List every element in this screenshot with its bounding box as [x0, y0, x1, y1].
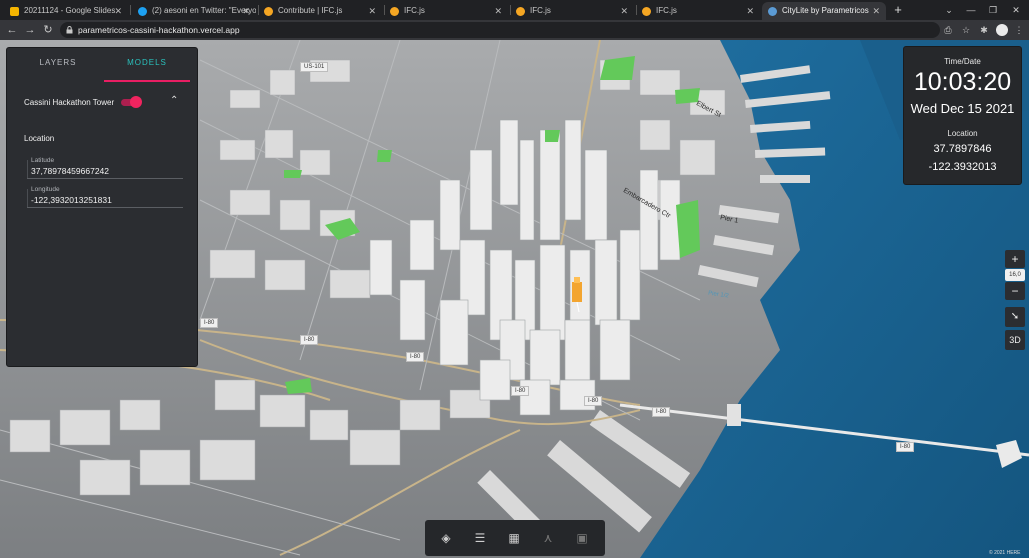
tab-title: CityLite by Parametricos	[782, 6, 869, 15]
bottom-toolbar: ◈ ☰ ▦ ⋏ ▣	[425, 520, 605, 556]
browser-tab[interactable]: IFC.js ✕	[384, 2, 508, 20]
tab-models[interactable]: MODELS	[102, 58, 192, 67]
current-date: Wed Dec 15 2021	[910, 101, 1015, 116]
layers-icon[interactable]: ◈	[437, 529, 455, 547]
twitter-favicon-icon	[138, 7, 147, 16]
zoom-in-button[interactable]: +	[1005, 250, 1025, 268]
close-window-icon[interactable]: ✕	[1005, 0, 1027, 20]
longitude-label: Longitude	[31, 186, 60, 193]
tab-title: Contribute | IFC.js	[278, 6, 343, 15]
browser-tab[interactable]: IFC.js ✕	[510, 2, 634, 20]
browser-tab[interactable]: (2) aesoni en Twitter: "Everyone ✕	[132, 2, 256, 20]
close-tab-icon[interactable]: ✕	[368, 2, 376, 20]
url-text: parametricos-cassini-hackathon.vercel.ap…	[78, 25, 240, 35]
road-label: I-80	[511, 386, 530, 396]
bookmark-star-icon[interactable]: ☆	[958, 22, 974, 38]
road-label: I-80	[300, 335, 319, 345]
longitude-readout: -122.3932013	[928, 161, 997, 173]
zoom-level: 16,0	[1005, 269, 1025, 281]
model-name: Cassini Hackathon Tower	[24, 98, 115, 107]
time-date-heading: Time/Date	[944, 57, 981, 66]
road-label: I-80	[896, 442, 915, 452]
latitude-field[interactable]: Latitude 37,78978459667242	[27, 157, 183, 179]
extensions-icon[interactable]: ✱	[976, 22, 992, 38]
time-date-panel: Time/Date 10:03:20 Wed Dec 15 2021 Locat…	[903, 46, 1022, 185]
ifc-favicon-icon	[516, 7, 525, 16]
longitude-field[interactable]: Longitude -122,3932013251831	[27, 186, 183, 208]
image-icon[interactable]: ▣	[573, 529, 591, 547]
citylite-favicon-icon	[768, 7, 777, 16]
browser-tab[interactable]: IFC.js ✕	[636, 2, 760, 20]
tab-title: 20211124 - Google Slides	[24, 6, 116, 15]
restore-icon[interactable]: ❐	[982, 0, 1004, 20]
latitude-readout: 37.7897846	[933, 143, 992, 155]
map-credit: © 2021 HERE	[989, 550, 1021, 556]
close-tab-icon[interactable]: ✕	[746, 2, 754, 20]
tab-layers[interactable]: LAYERS	[13, 58, 103, 67]
latitude-value[interactable]: 37,78978459667242	[31, 166, 109, 176]
browser-tab[interactable]: 20211124 - Google Slides ✕	[4, 2, 128, 20]
list-icon[interactable]: ☰	[471, 529, 489, 547]
browser-tab[interactable]: Contribute | IFC.js ✕	[258, 2, 382, 20]
close-tab-icon[interactable]: ✕	[242, 2, 250, 20]
back-icon[interactable]: ←	[4, 22, 20, 38]
location-heading: Location	[947, 129, 978, 138]
share-icon[interactable]: ⎙	[940, 22, 956, 38]
tab-search-icon[interactable]: ⌄	[938, 0, 960, 20]
profile-avatar[interactable]	[996, 24, 1008, 36]
network-icon[interactable]: ⋏	[539, 529, 557, 547]
close-tab-icon[interactable]: ✕	[872, 2, 880, 20]
new-tab-icon[interactable]: +	[890, 2, 906, 18]
minimize-icon[interactable]: —	[960, 0, 982, 20]
url-input[interactable]: parametricos-cassini-hackathon.vercel.ap…	[60, 22, 940, 38]
latitude-label: Latitude	[31, 157, 55, 164]
ifc-favicon-icon	[264, 7, 273, 16]
zoom-out-button[interactable]: −	[1005, 282, 1025, 300]
address-bar: ← → ↻ parametricos-cassini-hackathon.ver…	[0, 20, 1029, 40]
browser-tab-active[interactable]: CityLite by Parametricos ✕	[762, 2, 886, 20]
browser-tab-bar: 20211124 - Google Slides ✕ (2) aesoni en…	[0, 0, 1029, 20]
road-label: US-101	[300, 62, 329, 72]
slides-favicon-icon	[10, 7, 19, 16]
close-tab-icon[interactable]: ✕	[114, 2, 122, 20]
location-heading: Location	[24, 134, 55, 143]
compass-icon[interactable]: ➘	[1005, 307, 1025, 327]
model-visibility-toggle[interactable]	[121, 96, 142, 108]
tab-title: IFC.js	[656, 6, 677, 15]
close-tab-icon[interactable]: ✕	[620, 2, 628, 20]
road-label: I-80	[652, 407, 671, 417]
road-label: I-80	[584, 396, 603, 406]
building-icon[interactable]: ▦	[505, 529, 523, 547]
toggle-knob	[130, 96, 142, 108]
tab-title: (2) aesoni en Twitter: "Everyone	[152, 6, 256, 15]
chevron-up-icon[interactable]: ⌃	[170, 95, 178, 106]
lock-icon	[66, 26, 73, 34]
tab-title: IFC.js	[404, 6, 425, 15]
ifc-favicon-icon	[642, 7, 651, 16]
clock-time: 10:03:20	[913, 68, 1012, 96]
tab-title: IFC.js	[530, 6, 551, 15]
active-tab-indicator	[104, 80, 190, 82]
longitude-value[interactable]: -122,3932013251831	[31, 195, 112, 205]
layers-models-panel: LAYERS MODELS Cassini Hackathon Tower ⌃ …	[6, 47, 198, 367]
road-label: I-80	[200, 318, 219, 328]
menu-kebab-icon[interactable]: ⋮	[1011, 22, 1027, 38]
reload-icon[interactable]: ↻	[40, 22, 56, 38]
3d-toggle-button[interactable]: 3D	[1005, 330, 1025, 350]
forward-icon[interactable]: →	[22, 22, 38, 38]
ifc-favicon-icon	[390, 7, 399, 16]
road-label: I-80	[406, 352, 425, 362]
close-tab-icon[interactable]: ✕	[494, 2, 502, 20]
